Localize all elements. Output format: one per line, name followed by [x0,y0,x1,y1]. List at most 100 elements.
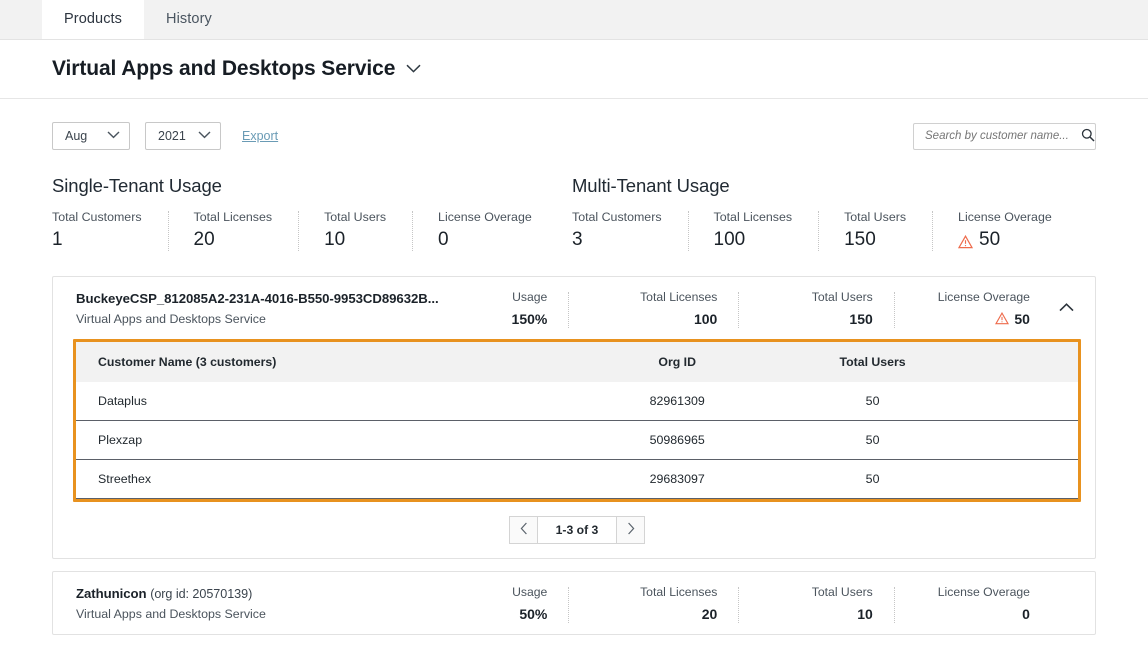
card-stat-total-users: Total Users 10 [739,585,896,623]
stat-label: Total Users [324,210,387,224]
table-row: Dataplus 82961309 50 [76,382,1078,421]
stat-value: 20 [194,229,273,251]
card-stat-usage: Usage 150% [465,289,570,328]
card-stat-label: Usage [512,584,548,599]
card-stat-number: 50 [1014,310,1030,327]
month-select-value: Aug [65,129,88,143]
search-box[interactable] [913,122,1096,150]
chevron-up-icon [1059,299,1074,317]
stat-total-licenses: Total Licenses 100 [687,210,819,251]
card-stat-value: 150% [465,310,548,327]
card-stat-number: 10 [857,605,873,622]
card-stat-value: 0 [895,606,1030,622]
card-stat-number: 0 [1022,605,1030,622]
column-header-org-id[interactable]: Org ID [566,342,788,382]
card-stat-usage: Usage 50% [465,584,570,623]
stat-total-licenses: Total Licenses 20 [167,210,299,251]
cell-org-id: 50986965 [566,420,788,460]
stat-value: 1 [52,229,142,251]
card-stat-value: 10 [739,605,873,622]
card-stat-label: License Overage [937,289,1030,304]
cell-total-users: 50 [787,420,958,460]
stat-number: 100 [713,229,746,250]
tab-products[interactable]: Products [42,0,145,39]
chevron-right-icon [627,522,635,538]
stat-number: 1 [52,229,63,250]
chevron-down-icon[interactable] [406,60,421,78]
stat-label: License Overage [958,210,1052,224]
chevron-left-icon [520,522,528,538]
cell-org-id: 82961309 [566,382,788,421]
pagination-next-button[interactable] [616,516,645,544]
table-header-row: Customer Name (3 customers) Org ID Total… [76,342,1078,382]
card-stat-label: Total Users [811,289,873,304]
multi-tenant-title: Multi-Tenant Usage [572,175,730,196]
card-stat-number: 50% [519,605,548,622]
card-stat-number: 150 [849,310,873,327]
column-header-total-users[interactable]: Total Users [787,342,958,382]
table-pagination: 1-3 of 3 [73,502,1081,558]
filter-toolbar: Aug 2021 Export [0,121,1148,151]
single-tenant-stats: Total Customers 1 Total Licenses 20 Tota… [52,210,572,251]
search-input[interactable] [925,130,1081,142]
card-stat-label: License Overage [937,584,1030,599]
customer-card-list: BuckeyeCSP_812085A2-231A-4016-B550-9953C… [0,276,1148,635]
tab-history[interactable]: History [144,0,234,39]
customer-detail-table: Customer Name (3 customers) Org ID Total… [76,342,1078,499]
column-header-customer-name[interactable]: Customer Name (3 customers) [76,342,567,382]
card-stat-label: Total Licenses [640,289,718,304]
warning-icon [957,233,974,249]
search-icon[interactable] [1081,128,1095,145]
customer-card-header[interactable]: BuckeyeCSP_812085A2-231A-4016-B550-9953C… [53,277,1095,339]
table-row: Streethex 29683097 50 [76,459,1078,499]
multi-tenant-stats: Total Customers 3 Total Licenses 100 Tot… [572,210,1092,251]
year-select-value: 2021 [158,129,186,143]
card-stat-total-users: Total Users 150 [739,289,896,328]
stat-value: 100 [714,229,793,251]
card-stat-total-licenses: Total Licenses 20 [569,585,740,623]
card-stat-label: Usage [512,289,548,304]
card-stat-total-licenses: Total Licenses 100 [569,289,740,328]
customer-name: BuckeyeCSP_812085A2-231A-4016-B550-9953C… [76,290,439,306]
customer-card-header[interactable]: Zathunicon (org id: 20570139) Virtual Ap… [53,572,1095,634]
multi-tenant-summary: Multi-Tenant Usage Total Customers 3 Tot… [572,175,1092,251]
customer-card-buckeyecsp: BuckeyeCSP_812085A2-231A-4016-B550-9953C… [52,276,1096,559]
export-link[interactable]: Export [242,129,278,143]
customer-identity: Zathunicon (org id: 20570139) Virtual Ap… [76,586,465,621]
stat-value: 0 [438,229,532,251]
table-header: Customer Name (3 customers) Org ID Total… [76,342,1078,382]
customer-card-zathunicon: Zathunicon (org id: 20570139) Virtual Ap… [52,571,1096,635]
stat-value: 3 [572,229,662,251]
card-stat-number: 150% [511,310,548,327]
card-stat-license-overage: License Overage 50 [895,290,1052,327]
customer-service-name: Virtual Apps and Desktops Service [76,606,266,621]
customer-identity: BuckeyeCSP_812085A2-231A-4016-B550-9953C… [76,291,465,326]
single-tenant-summary: Single-Tenant Usage Total Customers 1 To… [52,175,572,251]
single-tenant-title: Single-Tenant Usage [52,175,222,196]
customer-name: Zathunicon (org id: 20570139) [76,586,465,601]
cell-customer-name: Dataplus [76,382,567,421]
cell-org-id: 29683097 [566,459,788,499]
table-row: Plexzap 50986965 50 [76,420,1078,460]
cell-total-users: 50 [787,382,958,421]
stat-total-customers: Total Customers 3 [572,210,688,251]
stat-label: Total Customers [572,210,662,224]
stat-label: License Overage [438,210,532,224]
collapse-card-button[interactable] [1052,299,1081,317]
card-stat-value: 20 [569,606,718,622]
month-select[interactable]: Aug [52,122,130,150]
card-stat-value: 150 [739,311,872,327]
year-select[interactable]: 2021 [145,122,221,150]
column-header-spacer [957,342,1078,382]
stat-total-users: Total Users 150 [818,210,932,251]
stat-label: Total Customers [52,210,142,224]
cell-spacer [957,459,1078,499]
chevron-down-icon [198,131,211,142]
customer-detail-region: Customer Name (3 customers) Org ID Total… [53,339,1095,558]
highlighted-table-outline: Customer Name (3 customers) Org ID Total… [73,339,1081,502]
card-stat-number: 100 [693,310,718,327]
pagination-prev-button[interactable] [509,516,538,544]
cell-customer-name: Streethex [76,459,567,499]
card-stat-value: 100 [569,311,717,327]
card-stat-value: 50 [895,311,1030,327]
